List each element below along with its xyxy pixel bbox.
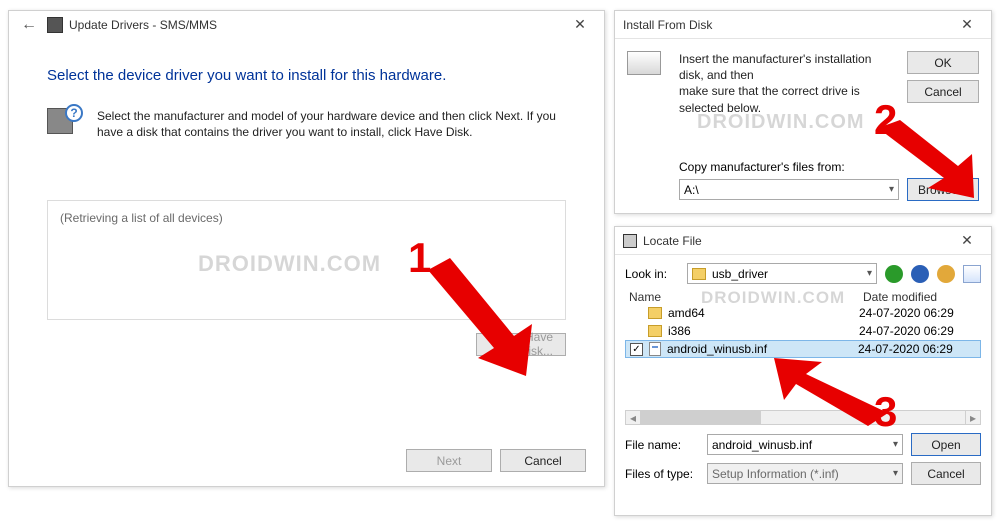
scroll-left-icon[interactable]: ◂ [626, 411, 641, 424]
look-in-value: usb_driver [712, 267, 768, 281]
folder-icon [648, 307, 662, 319]
cancel-button[interactable]: Cancel [500, 449, 586, 472]
folder-icon [648, 325, 662, 337]
up-level-icon[interactable] [911, 265, 929, 283]
dialog-title: Install From Disk [623, 18, 712, 32]
next-button[interactable]: Next [406, 449, 492, 472]
watermark: DROIDWIN.COM [198, 251, 381, 277]
page-heading: Select the device driver you want to ins… [47, 67, 566, 84]
file-name-label: File name: [625, 438, 699, 452]
path-value: A:\ [684, 183, 699, 197]
close-icon[interactable]: ✕ [562, 14, 598, 36]
chevron-down-icon: ▾ [867, 268, 872, 279]
chevron-down-icon: ▾ [893, 468, 898, 479]
column-name[interactable]: Name [625, 290, 863, 304]
dialog-title: Locate File [643, 234, 702, 248]
device-icon [47, 17, 63, 33]
window-icon [623, 234, 637, 248]
files-of-type-combobox[interactable]: Setup Information (*.inf) ▾ [707, 463, 903, 484]
locate-file-dialog: Locate File ✕ Look in: usb_driver ▾ Name… [614, 226, 992, 516]
chevron-down-icon: ▾ [889, 184, 894, 195]
update-driver-dialog: ← Update Drivers - SMS/MMS ✕ Select the … [8, 10, 605, 487]
dialog-title: Update Drivers - SMS/MMS [69, 18, 217, 32]
list-item[interactable]: i386 24-07-2020 06:29 [625, 322, 981, 340]
scroll-thumb[interactable] [641, 411, 761, 424]
cancel-button[interactable]: Cancel [911, 462, 981, 485]
list-item[interactable]: amd64 24-07-2020 06:29 [625, 304, 981, 322]
scroll-right-icon[interactable]: ▸ [965, 411, 980, 424]
copy-from-label: Copy manufacturer's files from: [679, 160, 979, 174]
install-from-disk-dialog: Install From Disk ✕ Insert the manufactu… [614, 10, 992, 214]
close-icon[interactable]: ✕ [949, 14, 985, 36]
ok-button[interactable]: OK [907, 51, 979, 74]
inf-file-icon [649, 342, 661, 356]
path-combobox[interactable]: A:\ ▾ [679, 179, 899, 200]
view-menu-icon[interactable] [963, 265, 981, 283]
have-disk-button[interactable]: Have Disk... [476, 333, 566, 356]
chevron-down-icon: ▾ [893, 439, 898, 450]
folder-icon [692, 268, 706, 280]
new-folder-icon[interactable] [937, 265, 955, 283]
list-status: (Retrieving a list of all devices) [60, 211, 553, 225]
cancel-button[interactable]: Cancel [907, 80, 979, 103]
open-button[interactable]: Open [911, 433, 981, 456]
list-item-selected[interactable]: ✓ android_winusb.inf 24-07-2020 06:29 [625, 340, 981, 358]
files-of-type-label: Files of type: [625, 467, 699, 481]
column-date[interactable]: Date modified [863, 290, 981, 304]
titlebar: Locate File ✕ [615, 227, 991, 255]
back-nav-icon[interactable] [885, 265, 903, 283]
checkbox-icon[interactable]: ✓ [630, 343, 643, 356]
browse-button[interactable]: Browse... [907, 178, 979, 201]
horizontal-scrollbar[interactable]: ◂ ▸ [625, 410, 981, 425]
info-badge-icon: ? [65, 104, 83, 122]
titlebar: ← Update Drivers - SMS/MMS ✕ [9, 11, 604, 39]
instruction-text: Select the manufacturer and model of you… [97, 108, 566, 140]
floppy-icon [627, 51, 661, 75]
look-in-label: Look in: [625, 267, 679, 281]
titlebar: Install From Disk ✕ [615, 11, 991, 39]
instruction-text: Insert the manufacturer's installation d… [679, 51, 895, 116]
back-icon[interactable]: ← [17, 16, 41, 34]
file-name-combobox[interactable]: android_winusb.inf ▾ [707, 434, 903, 455]
look-in-combobox[interactable]: usb_driver ▾ [687, 263, 877, 284]
close-icon[interactable]: ✕ [949, 230, 985, 252]
device-list-area: (Retrieving a list of all devices) DROID… [47, 200, 566, 320]
